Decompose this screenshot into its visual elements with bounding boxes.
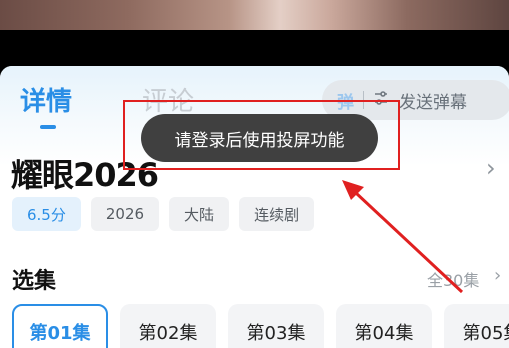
episode-item[interactable]: 第02集 (120, 304, 216, 348)
tag-list: 6.5分 2026 大陆 连续剧 (12, 197, 315, 231)
annotation-highlight-box (123, 100, 400, 170)
genre-tag: 连续剧 (239, 197, 315, 231)
episode-item[interactable]: 第03集 (228, 304, 324, 348)
tab-detail[interactable]: 详情 (20, 81, 72, 118)
score-tag: 6.5分 (12, 197, 81, 231)
episode-item[interactable]: 第04集 (336, 304, 432, 348)
chevron-right-icon[interactable]: › (486, 154, 496, 182)
chevron-right-icon[interactable]: › (494, 265, 501, 286)
all-episodes-link[interactable]: 全30集 (427, 267, 479, 291)
send-danmaku-button[interactable]: 发送弹幕 (399, 88, 467, 113)
episode-item[interactable]: 第05集 (444, 304, 509, 348)
tab-active-indicator (40, 125, 56, 129)
episode-item[interactable]: 第01集 (12, 304, 108, 348)
video-frame (0, 0, 509, 30)
year-tag: 2026 (90, 197, 160, 231)
region-tag: 大陆 (169, 197, 230, 231)
episodes-section-title: 选集 (12, 269, 57, 294)
video-player[interactable] (0, 0, 509, 62)
episode-list: 第01集 第02集 第03集 第04集 第05集 (12, 304, 509, 348)
